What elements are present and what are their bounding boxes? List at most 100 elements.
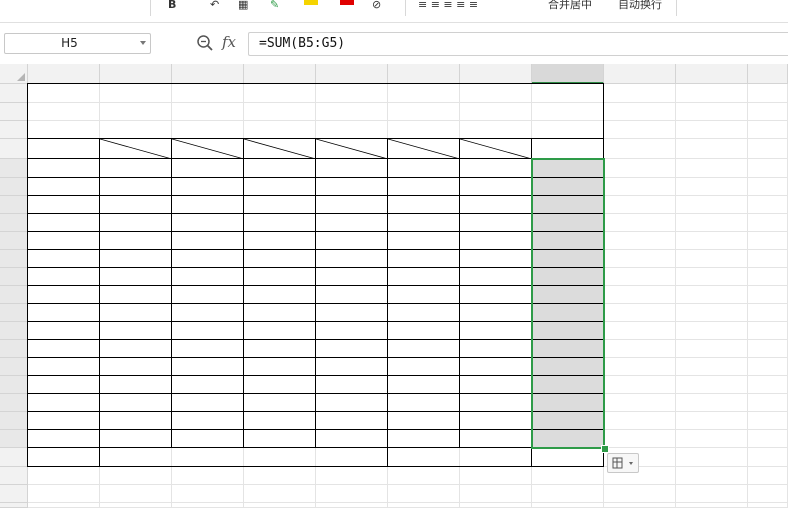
row-header-20[interactable] [0, 430, 28, 448]
cell-value[interactable] [460, 394, 532, 412]
cell-value[interactable] [460, 268, 532, 286]
cell-value[interactable] [244, 358, 316, 376]
cell-value[interactable] [460, 322, 532, 340]
cell-value[interactable] [388, 304, 460, 322]
cell-value[interactable] [172, 358, 244, 376]
cell-value[interactable] [172, 214, 244, 232]
column-header-f[interactable] [388, 64, 460, 84]
cell-value[interactable] [172, 286, 244, 304]
column-header-g[interactable] [460, 64, 532, 84]
row-header-5[interactable] [0, 159, 28, 178]
cell-value[interactable] [244, 214, 316, 232]
cell-value[interactable] [244, 178, 316, 196]
cell-value[interactable] [100, 232, 172, 250]
cell-value[interactable] [172, 268, 244, 286]
cell-value[interactable] [244, 196, 316, 214]
row-header-15[interactable] [0, 340, 28, 358]
row-header-13[interactable] [0, 304, 28, 322]
cell-value[interactable] [244, 430, 316, 448]
cell-value[interactable] [100, 268, 172, 286]
cell-value[interactable] [172, 412, 244, 430]
cell-value[interactable] [460, 214, 532, 232]
cell-value[interactable] [244, 286, 316, 304]
cell-value[interactable] [100, 286, 172, 304]
cell-value[interactable] [244, 232, 316, 250]
cell-value[interactable] [316, 358, 388, 376]
cell-value[interactable] [244, 250, 316, 268]
cell-value[interactable] [316, 376, 388, 394]
cell-value[interactable] [172, 376, 244, 394]
row-header-4[interactable] [0, 139, 28, 159]
cell-value[interactable] [388, 286, 460, 304]
cell-value[interactable] [388, 232, 460, 250]
cell-value[interactable] [100, 178, 172, 196]
cell-value[interactable] [316, 322, 388, 340]
select-all-corner[interactable] [0, 64, 28, 84]
row-header-9[interactable] [0, 232, 28, 250]
cell-value[interactable] [388, 430, 460, 448]
cell-value[interactable] [460, 159, 532, 178]
column-header-c[interactable] [172, 64, 244, 84]
cell-value[interactable] [388, 196, 460, 214]
cell-value[interactable] [100, 196, 172, 214]
column-header-i[interactable] [604, 64, 676, 84]
cell-value[interactable] [172, 394, 244, 412]
cell-value[interactable] [388, 214, 460, 232]
cell-value[interactable] [100, 250, 172, 268]
cell-value[interactable] [316, 412, 388, 430]
row-header-2[interactable] [0, 103, 28, 121]
cell-value[interactable] [460, 286, 532, 304]
cell-value[interactable] [244, 322, 316, 340]
column-header-j[interactable] [676, 64, 748, 84]
cell-value[interactable] [316, 286, 388, 304]
cell-value[interactable] [460, 340, 532, 358]
cell-value[interactable] [316, 268, 388, 286]
row-header-16[interactable] [0, 358, 28, 376]
row-header-6[interactable] [0, 178, 28, 196]
selection-range-border[interactable] [531, 158, 605, 449]
cell-value[interactable] [172, 178, 244, 196]
cell-value[interactable] [388, 376, 460, 394]
row-header-14[interactable] [0, 322, 28, 340]
row-header-21[interactable] [0, 448, 28, 467]
cell-value[interactable] [388, 358, 460, 376]
cell-value[interactable] [316, 340, 388, 358]
row-header-7[interactable] [0, 196, 28, 214]
cell-value[interactable] [172, 232, 244, 250]
cell-value[interactable] [388, 178, 460, 196]
column-header-d[interactable] [244, 64, 316, 84]
cell-value[interactable] [316, 178, 388, 196]
column-header-k[interactable] [748, 64, 788, 84]
cell-value[interactable] [460, 304, 532, 322]
column-header-e[interactable] [316, 64, 388, 84]
cell-value[interactable] [388, 268, 460, 286]
cell-value[interactable] [100, 322, 172, 340]
cell-value[interactable] [388, 159, 460, 178]
cell-value[interactable] [388, 250, 460, 268]
cell-value[interactable] [316, 196, 388, 214]
cell-value[interactable] [388, 322, 460, 340]
cell-value[interactable] [244, 394, 316, 412]
row-header-11[interactable] [0, 268, 28, 286]
cell-value[interactable] [460, 358, 532, 376]
quick-analysis-button[interactable] [607, 453, 639, 473]
row-header-1[interactable] [0, 84, 28, 103]
cell-value[interactable] [244, 304, 316, 322]
cell-value[interactable] [244, 412, 316, 430]
cell-value[interactable] [100, 159, 172, 178]
cell-value[interactable] [460, 196, 532, 214]
cell-value[interactable] [172, 196, 244, 214]
cell-value[interactable] [244, 376, 316, 394]
row-header-10[interactable] [0, 250, 28, 268]
cell-value[interactable] [172, 304, 244, 322]
column-header-a[interactable] [28, 64, 100, 84]
row-header-12[interactable] [0, 286, 28, 304]
cell-value[interactable] [388, 340, 460, 358]
column-header-b[interactable] [100, 64, 172, 84]
cell-value[interactable] [100, 358, 172, 376]
cell-value[interactable] [172, 250, 244, 268]
cell-value[interactable] [172, 159, 244, 178]
cell-value[interactable] [388, 412, 460, 430]
column-header-h[interactable] [532, 64, 604, 84]
cell-value[interactable] [460, 376, 532, 394]
